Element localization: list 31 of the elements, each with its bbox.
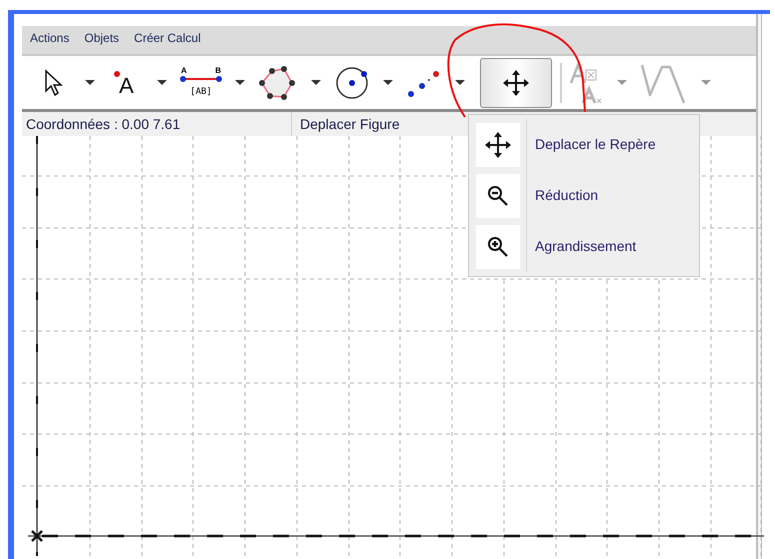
point-icon	[114, 70, 120, 76]
segment-icon	[180, 75, 222, 83]
endpoint-label: A	[181, 67, 187, 75]
point-tool-button[interactable]: A	[106, 58, 146, 108]
mode-label: Deplacer Figure	[299, 114, 400, 134]
endpoint-label: B	[215, 67, 221, 75]
dropdown-caret-icon[interactable]	[235, 80, 245, 85]
polygon-icon	[258, 64, 298, 100]
arrow-pointer-icon	[44, 68, 64, 96]
point-label: A	[119, 74, 134, 96]
circle-icon	[334, 64, 370, 100]
move-tool-button[interactable]	[480, 58, 552, 108]
dropdown-caret-icon[interactable]	[311, 80, 321, 85]
dropdown-caret-icon[interactable]	[85, 80, 95, 85]
menu-option[interactable]: Réduction	[469, 170, 699, 221]
dropdown-caret-icon[interactable]	[455, 80, 465, 85]
segment-label: [AB]	[190, 86, 212, 98]
zoom-in-icon	[486, 236, 508, 258]
zoom-out-icon	[486, 184, 508, 206]
dropdown-caret-icon[interactable]	[157, 80, 167, 85]
menu-item[interactable]: Actions	[30, 29, 70, 47]
move-icon	[502, 68, 530, 96]
segment-tool-button[interactable]: A B [AB]	[178, 58, 224, 108]
origin-cross-icon	[30, 530, 44, 542]
coordinates-readout: Coordonnées : 0.00 7.61	[22, 112, 292, 136]
move-icon	[484, 130, 512, 158]
dropdown-caret-icon[interactable]	[383, 80, 393, 85]
menu-option[interactable]: Agrandissement	[469, 221, 699, 272]
menu-item[interactable]: Objets	[84, 29, 120, 47]
menu-item[interactable]: Créer Calcul	[134, 29, 201, 47]
menu-option[interactable]: Deplacer le Repère	[469, 119, 699, 170]
